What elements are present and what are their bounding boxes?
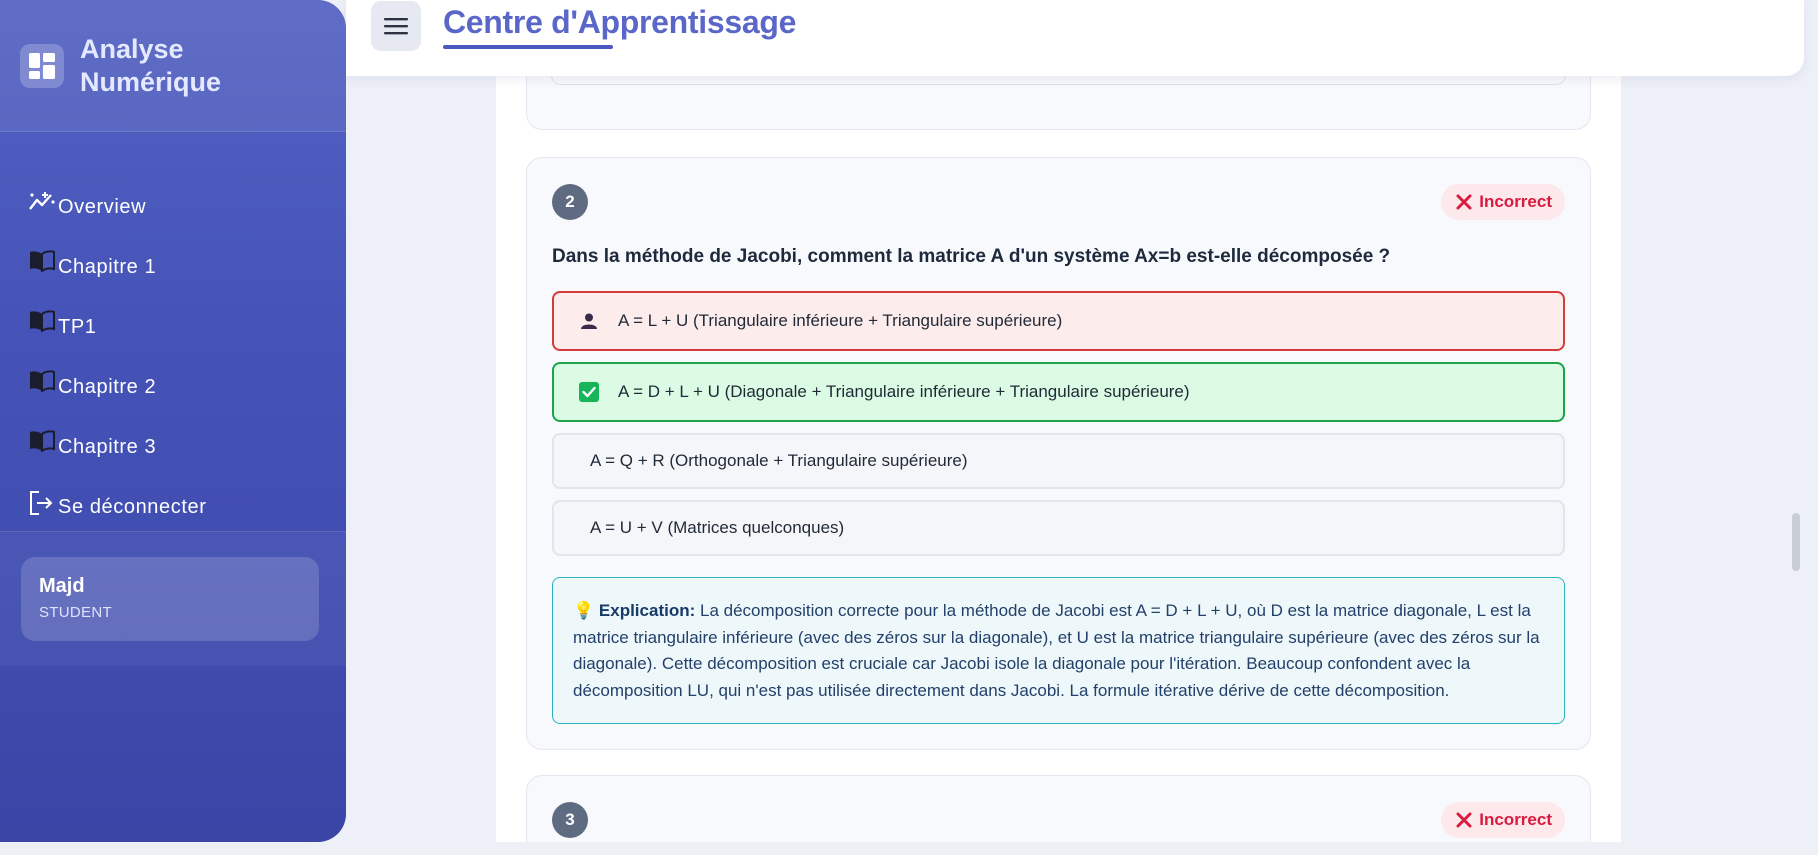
sidebar-item-tp1[interactable]: TP1 xyxy=(0,282,346,342)
sidebar-nav: Overview Chapitre 1 TP1 Chapitre 2 Chapi… xyxy=(0,132,346,522)
book-icon xyxy=(28,310,58,342)
sidebar-item-chapitre-1[interactable]: Chapitre 1 xyxy=(0,222,346,282)
book-icon xyxy=(28,430,58,462)
answer-option-text: A = L + U (Triangulaire inférieure + Tri… xyxy=(618,311,1063,330)
app-name-line2: Numérique xyxy=(80,66,222,97)
user-name: Majd xyxy=(39,575,85,597)
lightbulb-icon: 💡 xyxy=(573,601,595,620)
dashboard-icon xyxy=(20,43,64,88)
title-underline xyxy=(443,45,613,49)
sidebar-item-label: Chapitre 3 xyxy=(58,436,157,458)
question-number-badge: 3 xyxy=(552,802,588,838)
user-card[interactable]: Majd STUDENT xyxy=(21,557,319,641)
sidebar-item-label: Chapitre 1 xyxy=(58,256,157,278)
sidebar-item-label: Se déconnecter xyxy=(58,496,207,518)
scrollbar[interactable] xyxy=(1788,76,1800,842)
answer-option[interactable]: A = L + U (Triangulaire inférieure + Tri… xyxy=(552,291,1565,351)
sidebar-brand: Analyse Numérique xyxy=(0,0,346,132)
sidebar: Analyse Numérique Overview Chapitre 1 TP… xyxy=(0,0,346,842)
analytics-icon xyxy=(28,190,58,222)
scrollbar-thumb[interactable] xyxy=(1792,513,1800,571)
sidebar-item-chapitre-3[interactable]: Chapitre 3 xyxy=(0,402,346,462)
user-role: STUDENT xyxy=(39,604,112,621)
answer-option[interactable]: A = D + L + U (Diagonale + Triangulaire … xyxy=(552,362,1565,422)
answer-option-text: A = D + L + U (Diagonale + Triangulaire … xyxy=(618,382,1190,401)
status-badge: Incorrect xyxy=(1441,184,1565,220)
page-title: Centre d'Apprentissage xyxy=(443,4,797,40)
status-label: Incorrect xyxy=(1479,810,1552,829)
sidebar-item-label: TP1 xyxy=(58,316,97,338)
book-icon xyxy=(28,370,58,402)
status-label: Incorrect xyxy=(1479,192,1552,211)
sidebar-item-chapitre-2[interactable]: Chapitre 2 xyxy=(0,342,346,402)
explanation-label: Explication: xyxy=(598,601,696,620)
top-header: Centre d'Apprentissage xyxy=(346,0,1804,76)
app-name-line1: Analyse xyxy=(80,33,184,64)
close-icon xyxy=(1456,812,1472,828)
sidebar-item-label: Chapitre 2 xyxy=(58,376,157,398)
user-icon xyxy=(578,310,600,332)
close-icon xyxy=(1456,194,1472,210)
explanation-box: 💡 Explication: La décomposition correcte… xyxy=(552,577,1565,724)
answer-option-text: A = Q + R (Orthogonale + Triangulaire su… xyxy=(590,451,968,470)
sidebar-item-label: Overview xyxy=(58,196,147,218)
question-card: 2 Incorrect Dans la méthode de Jacobi, c… xyxy=(526,157,1591,750)
app-name: Analyse Numérique xyxy=(80,33,221,99)
sidebar-item-overview[interactable]: Overview xyxy=(0,162,346,222)
hamburger-menu-icon xyxy=(384,18,408,35)
answer-option-text: A = U + V (Matrices quelconques) xyxy=(590,518,845,537)
logout-icon xyxy=(28,490,58,522)
explanation-text: La décomposition correcte pour la méthod… xyxy=(573,601,1540,700)
question-number-badge: 2 xyxy=(552,184,588,220)
menu-button[interactable] xyxy=(371,1,421,51)
answer-option[interactable]: A = U + V (Matrices quelconques) xyxy=(552,500,1565,556)
status-badge: Incorrect xyxy=(1441,802,1565,838)
book-icon xyxy=(28,250,58,282)
window-bottom-edge xyxy=(0,842,1818,855)
question-text: Dans la méthode de Jacobi, comment la ma… xyxy=(552,246,1391,267)
check-box-icon xyxy=(578,381,600,403)
sidebar-item-logout[interactable]: Se déconnecter xyxy=(0,462,346,522)
answer-option[interactable]: A = Q + R (Orthogonale + Triangulaire su… xyxy=(552,433,1565,489)
